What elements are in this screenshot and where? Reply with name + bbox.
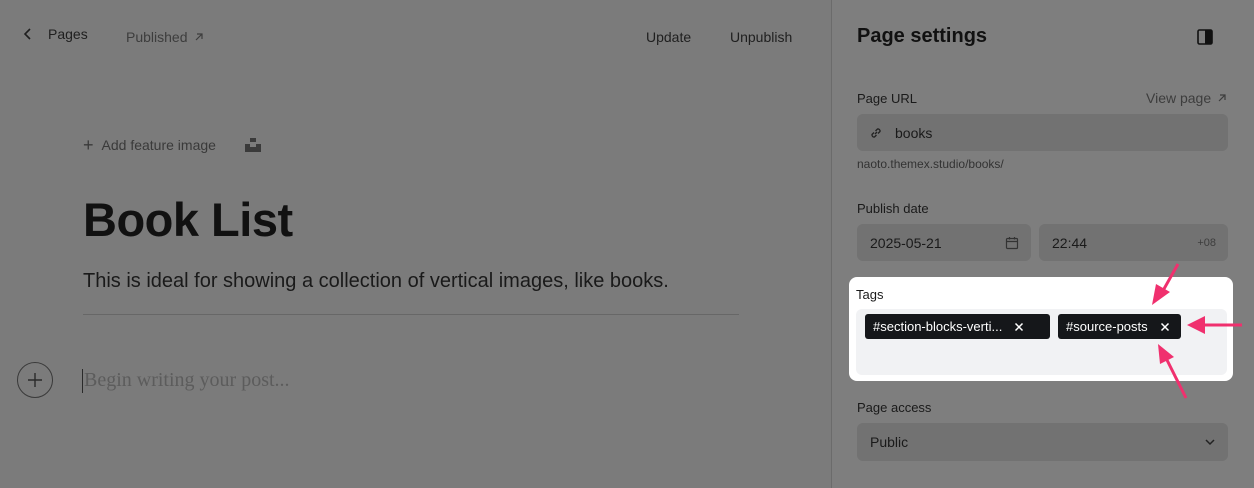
unpublish-button[interactable]: Unpublish (730, 29, 792, 45)
page-url-label: Page URL (857, 91, 917, 106)
editor-topbar: Pages Published Update Unpublish (0, 0, 831, 76)
access-value: Public (870, 434, 909, 450)
publish-date-input[interactable]: 2025-05-21 (857, 224, 1031, 261)
publish-time-input[interactable]: 22:44 +08 (1039, 224, 1228, 261)
timezone-label: +08 (1197, 236, 1216, 249)
tags-input[interactable]: #section-blocks-verti... #source-posts (856, 309, 1227, 375)
add-card-button[interactable] (17, 362, 53, 398)
tag-chip[interactable]: #source-posts (1058, 314, 1181, 339)
excerpt-divider (83, 314, 739, 315)
unsplash-icon[interactable] (245, 138, 261, 152)
external-arrow-icon (195, 33, 203, 41)
remove-tag-icon[interactable] (1160, 322, 1170, 332)
post-body-input[interactable]: Begin writing your post... (84, 369, 290, 392)
tags-section: Tags #section-blocks-verti... #source-po… (849, 277, 1233, 381)
published-label: Published (126, 29, 188, 45)
plus-icon: + (83, 135, 94, 155)
link-icon (871, 127, 881, 138)
page-settings-panel: Page settings Page URL View page books n… (831, 0, 1254, 488)
calendar-icon (1005, 236, 1019, 249)
page-access-select[interactable]: Public (857, 423, 1228, 461)
date-value: 2025-05-21 (870, 234, 942, 251)
editor-area: Pages Published Update Unpublish + Add f… (0, 0, 831, 488)
page-url-value: books (895, 124, 933, 141)
view-page-link[interactable]: View page (1146, 90, 1227, 106)
tag-label: #source-posts (1066, 319, 1148, 334)
update-button[interactable]: Update (646, 29, 691, 45)
chevron-down-icon (1205, 439, 1215, 446)
tag-chip[interactable]: #section-blocks-verti... (865, 314, 1050, 339)
published-status-link[interactable]: Published (126, 29, 204, 45)
post-excerpt[interactable]: This is ideal for showing a collection o… (83, 270, 669, 293)
chevron-left-icon (23, 28, 31, 40)
plus-icon (28, 373, 42, 387)
panel-title: Page settings (857, 25, 988, 47)
page-url-hint: naoto.themex.studio/books/ (857, 157, 1004, 171)
view-page-label: View page (1146, 90, 1212, 106)
tags-label: Tags (856, 287, 884, 302)
page-url-input[interactable]: books (857, 114, 1228, 151)
tag-label: #section-blocks-verti... (873, 319, 1003, 334)
page-access-label: Page access (857, 400, 932, 415)
text-caret (82, 369, 83, 393)
publish-date-label: Publish date (857, 201, 929, 216)
time-value: 22:44 (1052, 234, 1088, 251)
back-label: Pages (48, 26, 88, 42)
add-feature-image-button[interactable]: + Add feature image (83, 135, 216, 155)
post-title[interactable]: Book List (83, 192, 293, 247)
sidebar-toggle-icon[interactable] (1197, 29, 1213, 45)
remove-tag-icon[interactable] (1014, 322, 1024, 332)
add-feature-label: Add feature image (101, 137, 216, 153)
external-arrow-icon (1218, 94, 1226, 102)
back-to-pages-button[interactable]: Pages (22, 26, 88, 42)
